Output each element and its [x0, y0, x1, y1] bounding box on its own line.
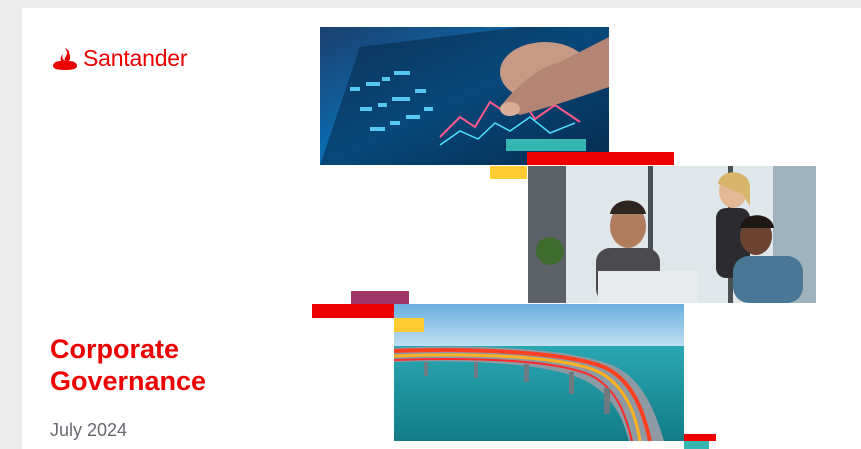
accent-bar-yellow-mid — [394, 318, 424, 332]
accent-bar-teal-top — [506, 139, 586, 151]
accent-bar-teal-bottom — [684, 441, 709, 449]
cover-title: Corporate Governance — [50, 334, 207, 396]
accent-bar-purple — [351, 291, 409, 304]
brand-name: Santander — [83, 45, 188, 71]
cover-slide: Santander Corporate Governance July 2024 — [22, 8, 861, 449]
accent-bar-red-top — [527, 152, 674, 165]
santander-logo: Santander — [52, 45, 188, 72]
meeting-photo — [528, 166, 816, 303]
accent-bar-red-mid — [312, 304, 394, 318]
bridge-photo — [394, 304, 684, 441]
accent-bar-red-bottom — [684, 434, 716, 441]
flame-icon — [53, 47, 77, 70]
accent-bar-yellow-top — [490, 166, 527, 179]
cover-date: July 2024 — [50, 420, 128, 440]
